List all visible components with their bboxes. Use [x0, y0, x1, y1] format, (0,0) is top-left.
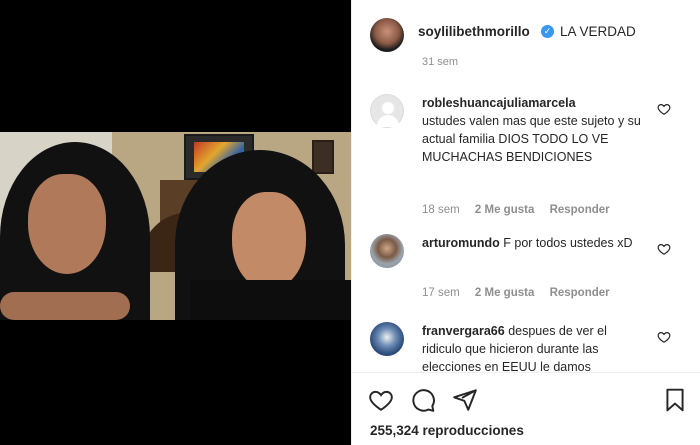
author-username[interactable]: soylilibethmorillo [418, 24, 530, 39]
post-caption: LA VERDAD [560, 24, 636, 39]
comment-time[interactable]: 18 sem [422, 204, 460, 216]
comment-reply-button[interactable]: Responder [550, 204, 610, 216]
comment-username[interactable]: arturomundo [422, 236, 500, 250]
video-player[interactable] [0, 0, 351, 445]
comment-username[interactable]: robleshuancajuliamarcela [422, 96, 576, 110]
heart-icon[interactable] [368, 387, 394, 413]
comment-time[interactable]: 17 sem [422, 287, 460, 299]
comment-meta: 18 sem 2 Me gusta Responder [422, 204, 622, 216]
author-avatar[interactable] [370, 18, 404, 52]
video-frame[interactable] [0, 132, 351, 320]
shirt-right [190, 280, 351, 320]
hands [0, 292, 130, 320]
comment-body: arturomundo F por todos ustedes xD [422, 234, 647, 252]
comment-like-heart-icon[interactable] [657, 242, 671, 256]
commenter-avatar[interactable] [370, 322, 404, 356]
wall-frame [312, 140, 334, 174]
post-header: soylilibethmorillo ✓ LA VERDAD 31 sem [352, 0, 700, 84]
comment-likes[interactable]: 2 Me gusta [475, 204, 534, 216]
comment-likes[interactable]: 2 Me gusta [475, 287, 534, 299]
commenter-avatar[interactable] [370, 94, 404, 128]
commenter-avatar[interactable] [370, 234, 404, 268]
comment-like-heart-icon[interactable] [657, 102, 671, 116]
face-left [28, 174, 106, 274]
comment-list[interactable]: robleshuancajuliamarcela ustudes valen m… [352, 84, 700, 372]
instagram-post-modal: soylilibethmorillo ✓ LA VERDAD 31 sem ro… [0, 0, 700, 445]
share-icon[interactable] [452, 387, 478, 413]
post-actions: 255,324 reproducciones [352, 372, 700, 445]
comment-like-heart-icon[interactable] [657, 330, 671, 344]
view-count[interactable]: 255,324 reproducciones [370, 423, 524, 438]
comment-reply-button[interactable]: Responder [550, 287, 610, 299]
comment-text: F por todos ustedes xD [503, 236, 633, 250]
post-sidebar: soylilibethmorillo ✓ LA VERDAD 31 sem ro… [351, 0, 700, 445]
bookmark-icon[interactable] [662, 387, 688, 413]
comment-username[interactable]: franvergara66 [422, 324, 505, 338]
comment-meta: 17 sem 2 Me gusta Responder [422, 287, 622, 299]
verified-badge-icon: ✓ [541, 25, 554, 38]
comment-icon[interactable] [410, 387, 436, 413]
comment-body: robleshuancajuliamarcela ustudes valen m… [422, 94, 642, 166]
comment-text: ustudes valen mas que este sujeto y su a… [422, 114, 641, 164]
post-time[interactable]: 31 sem [422, 56, 458, 68]
comment-body: franvergara66 despues de ver el ridiculo… [422, 322, 647, 372]
face-right [232, 192, 306, 290]
